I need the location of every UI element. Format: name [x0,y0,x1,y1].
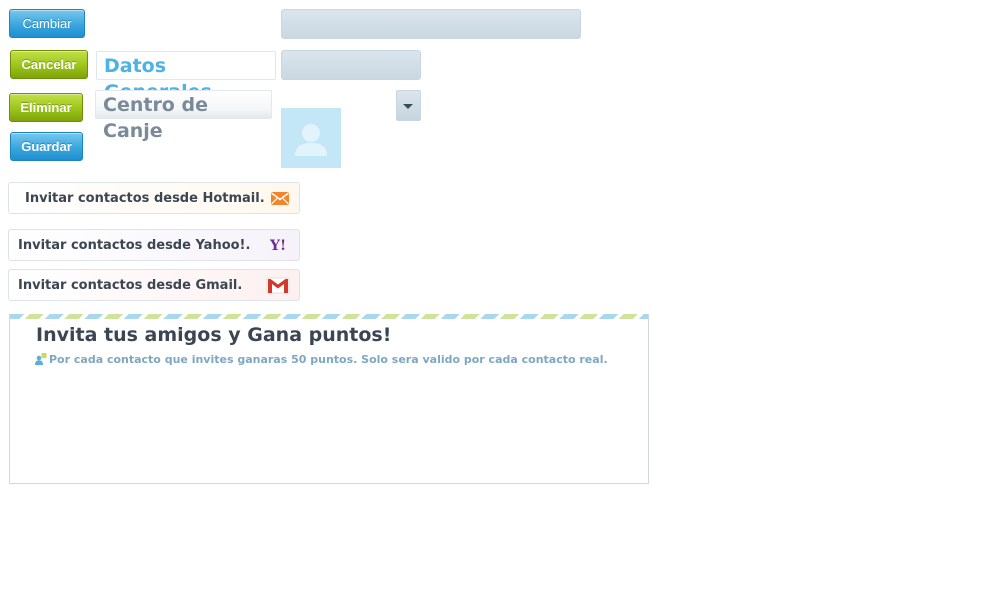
promo-text: Por cada contacto que invites ganaras 50… [49,353,608,366]
promo-title: Invita tus amigos y Gana puntos! [36,324,392,346]
cambiar-button[interactable]: Cambiar [9,9,85,38]
invite-hotmail-button[interactable]: Invitar contactos desde Hotmail. [8,182,300,214]
invite-yahoo-label: Invitar contactos desde Yahoo!. [18,238,251,253]
datos-generales-heading: Datos Generales [96,51,276,103]
user-silhouette-icon [295,124,327,156]
avatar[interactable] [281,108,341,168]
select-arrow-button[interactable] [396,90,421,121]
invite-hotmail-label: Invitar contactos desde Hotmail. [25,191,265,206]
invite-gmail-label: Invitar contactos desde Gmail. [18,278,243,293]
gmail-logo-icon [266,277,290,294]
yahoo-logo-icon: Y! [269,238,286,254]
centro-canje-heading: Centro de Canje [95,90,272,142]
stripe-border [10,314,648,319]
hotmail-envelope-icon [271,192,289,205]
wide-input[interactable] [281,9,581,39]
short-input[interactable] [281,50,421,80]
promo-panel: Invita tus amigos y Gana puntos! Por cad… [9,314,649,484]
guardar-button[interactable]: Guardar [10,132,83,161]
invite-yahoo-button[interactable]: Invitar contactos desde Yahoo!. Y! [8,229,300,261]
eliminar-button[interactable]: Eliminar [9,93,83,122]
triangle-down-icon [403,104,413,109]
invite-gmail-button[interactable]: Invitar contactos desde Gmail. [8,269,300,301]
svg-text:Y!: Y! [269,238,286,254]
person-bullet-icon [35,353,47,365]
cancelar-button[interactable]: Cancelar [10,50,88,79]
